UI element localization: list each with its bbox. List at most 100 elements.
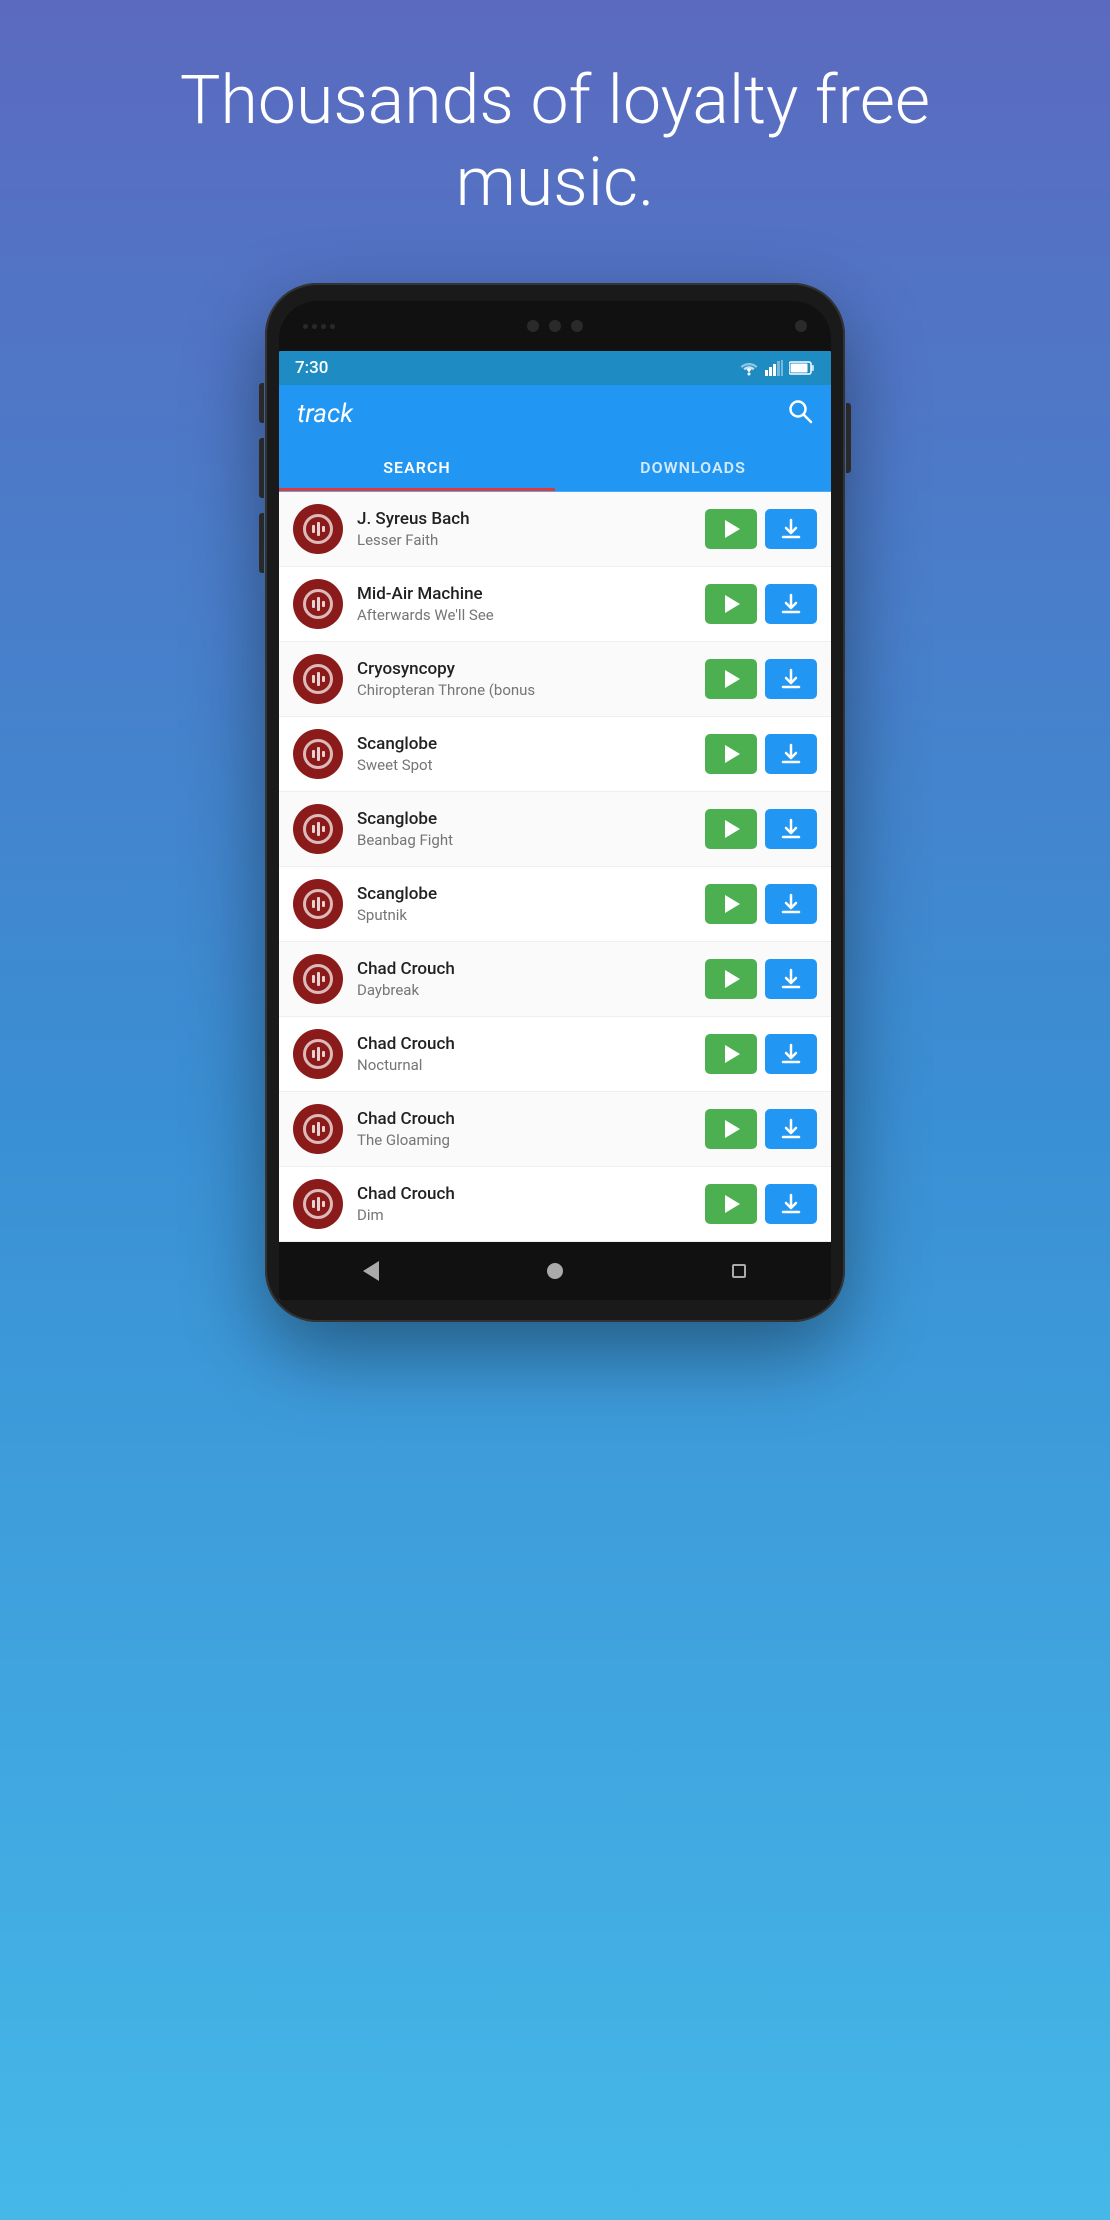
download-button[interactable] xyxy=(765,1184,817,1224)
track-avatar xyxy=(293,654,343,704)
speaker xyxy=(303,324,335,329)
play-icon xyxy=(725,520,740,538)
play-icon xyxy=(725,895,740,913)
download-button[interactable] xyxy=(765,809,817,849)
silent-button xyxy=(259,513,264,573)
play-button[interactable] xyxy=(705,734,757,774)
track-artist: Mid-Air Machine xyxy=(357,584,691,604)
play-button[interactable] xyxy=(705,659,757,699)
download-icon xyxy=(780,968,802,990)
tab-search[interactable]: SEARCH xyxy=(279,443,555,491)
play-button[interactable] xyxy=(705,809,757,849)
download-icon xyxy=(780,1193,802,1215)
recents-button[interactable] xyxy=(717,1249,761,1293)
status-bar: 7:30 xyxy=(279,351,831,385)
track-list: J. Syreus Bach Lesser Faith xyxy=(279,492,831,1242)
tabs: SEARCH DOWNLOADS xyxy=(279,443,831,492)
track-info: Chad Crouch Dim xyxy=(357,1184,691,1224)
volume-up-button xyxy=(259,383,264,423)
volume-down-button xyxy=(259,438,264,498)
track-actions xyxy=(705,509,817,549)
wave-icon xyxy=(312,1122,325,1136)
status-time: 7:30 xyxy=(295,358,328,378)
phone-device: 7:30 xyxy=(265,283,845,1322)
wifi-icon xyxy=(739,360,759,376)
track-item: J. Syreus Bach Lesser Faith xyxy=(279,492,831,567)
status-icons xyxy=(739,360,815,376)
track-item: Mid-Air Machine Afterwards We'll See xyxy=(279,567,831,642)
play-icon xyxy=(725,670,740,688)
track-artist: Cryosyncopy xyxy=(357,659,691,679)
track-item: Chad Crouch Nocturnal xyxy=(279,1017,831,1092)
track-info: Chad Crouch Nocturnal xyxy=(357,1034,691,1074)
wave-icon xyxy=(312,822,325,836)
tab-downloads[interactable]: DOWNLOADS xyxy=(555,443,831,491)
track-avatar xyxy=(293,1104,343,1154)
wave-icon xyxy=(312,597,325,611)
download-button[interactable] xyxy=(765,959,817,999)
track-avatar xyxy=(293,504,343,554)
home-button[interactable] xyxy=(533,1249,577,1293)
camera-group xyxy=(527,320,583,332)
play-button[interactable] xyxy=(705,1109,757,1149)
track-song: Lesser Faith xyxy=(357,531,691,549)
track-actions xyxy=(705,1109,817,1149)
download-button[interactable] xyxy=(765,1034,817,1074)
avatar-ring xyxy=(303,1039,333,1069)
download-button[interactable] xyxy=(765,734,817,774)
download-icon xyxy=(780,1043,802,1065)
download-button[interactable] xyxy=(765,584,817,624)
signal-icon xyxy=(765,360,783,376)
download-icon xyxy=(780,593,802,615)
download-button[interactable] xyxy=(765,659,817,699)
play-icon xyxy=(725,970,740,988)
track-info: Mid-Air Machine Afterwards We'll See xyxy=(357,584,691,624)
track-info: J. Syreus Bach Lesser Faith xyxy=(357,509,691,549)
track-avatar xyxy=(293,804,343,854)
track-song: Daybreak xyxy=(357,981,691,999)
track-avatar xyxy=(293,729,343,779)
track-info: Scanglobe Sputnik xyxy=(357,884,691,924)
play-button[interactable] xyxy=(705,509,757,549)
track-actions xyxy=(705,884,817,924)
back-button[interactable] xyxy=(349,1249,393,1293)
download-icon xyxy=(780,518,802,540)
phone-notch xyxy=(279,301,831,351)
phone-shell: 7:30 xyxy=(265,283,845,1322)
track-avatar xyxy=(293,879,343,929)
track-artist: Chad Crouch xyxy=(357,1034,691,1054)
search-button[interactable] xyxy=(787,398,813,431)
download-button[interactable] xyxy=(765,884,817,924)
play-button[interactable] xyxy=(705,1184,757,1224)
track-avatar xyxy=(293,579,343,629)
play-icon xyxy=(725,745,740,763)
track-avatar xyxy=(293,1029,343,1079)
app-title: track xyxy=(297,399,353,429)
wave-icon xyxy=(312,972,325,986)
home-icon xyxy=(547,1263,563,1279)
play-button[interactable] xyxy=(705,1034,757,1074)
track-actions xyxy=(705,734,817,774)
play-icon xyxy=(725,1045,740,1063)
avatar-ring xyxy=(303,664,333,694)
track-info: Chad Crouch Daybreak xyxy=(357,959,691,999)
download-icon xyxy=(780,893,802,915)
download-button[interactable] xyxy=(765,509,817,549)
play-button[interactable] xyxy=(705,884,757,924)
track-song: Afterwards We'll See xyxy=(357,606,691,624)
track-item: Scanglobe Sputnik xyxy=(279,867,831,942)
play-icon xyxy=(725,595,740,613)
track-artist: Scanglobe xyxy=(357,734,691,754)
track-artist: Scanglobe xyxy=(357,884,691,904)
download-icon xyxy=(780,668,802,690)
download-button[interactable] xyxy=(765,1109,817,1149)
play-icon xyxy=(725,1120,740,1138)
play-button[interactable] xyxy=(705,959,757,999)
wave-icon xyxy=(312,897,325,911)
play-button[interactable] xyxy=(705,584,757,624)
front-camera-right xyxy=(795,320,807,332)
front-camera xyxy=(527,320,539,332)
wave-icon xyxy=(312,1197,325,1211)
track-item: Chad Crouch Daybreak xyxy=(279,942,831,1017)
download-icon xyxy=(780,1118,802,1140)
